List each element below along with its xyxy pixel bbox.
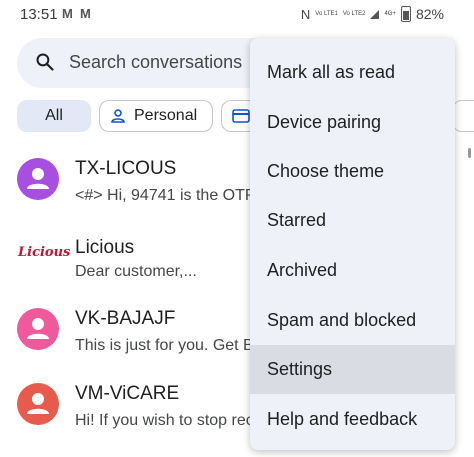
person-avatar-icon (27, 168, 49, 189)
menu-item-starred[interactable]: Starred (250, 196, 455, 245)
menu-item-help-feedback[interactable]: Help and feedback (250, 395, 455, 444)
overflow-menu: Mark all as read Device pairing Choose t… (250, 38, 455, 450)
gmail-notification-icon: M (62, 6, 73, 21)
conversation-snippet: <#> Hi, 94741 is the OTP (75, 187, 256, 204)
gmail-notification-icon-2: M (80, 6, 91, 21)
battery-icon (400, 6, 411, 22)
person-avatar-icon (27, 318, 49, 339)
status-bar: 13:51 M M N Vo LTE1 Vo LTE2 4G+ 82% (0, 0, 474, 30)
person-icon (111, 109, 125, 123)
menu-item-archived[interactable]: Archived (250, 246, 455, 295)
conversation-name: VM-ViCARE (75, 383, 180, 404)
menu-item-mark-all-read[interactable]: Mark all as read (250, 48, 455, 97)
menu-item-device-pairing[interactable]: Device pairing (250, 98, 455, 147)
conversation-snippet: This is just for you. Get B (75, 337, 254, 354)
licious-logo: Licious (18, 245, 71, 260)
conversation-snippet: Dear customer,... (75, 263, 197, 280)
menu-item-settings[interactable]: Settings (250, 345, 455, 394)
sim2-icon: Vo LTE2 (342, 11, 366, 17)
conversation-snippet: Hi! If you wish to stop rec (75, 412, 254, 429)
person-avatar-icon (27, 393, 49, 414)
search-input[interactable]: Search conversations (69, 52, 242, 73)
conversation-name: TX-LICOUS (75, 158, 177, 179)
conversation-name: Licious (75, 237, 135, 258)
card-icon (232, 109, 250, 123)
status-right-icons: N Vo LTE1 Vo LTE2 4G+ 82% (301, 6, 444, 22)
avatar (17, 158, 59, 200)
chip-all[interactable]: All (17, 100, 91, 132)
menu-item-choose-theme[interactable]: Choose theme (250, 147, 455, 196)
nfc-icon: N (300, 6, 311, 22)
sim1-icon: Vo LTE1 (315, 11, 338, 17)
network-type-icon: 4G+ (384, 11, 396, 17)
signal-icon (370, 9, 380, 19)
avatar (17, 308, 59, 350)
search-icon (36, 53, 54, 71)
scrollbar[interactable] (468, 148, 471, 158)
chip-more[interactable] (452, 100, 474, 132)
status-time: 13:51 (20, 6, 58, 23)
chip-personal[interactable]: Personal (99, 100, 213, 132)
avatar (17, 383, 59, 425)
menu-item-spam-blocked[interactable]: Spam and blocked (250, 296, 455, 345)
conversation-name: VK-BAJAJF (75, 308, 176, 329)
chip-all-label: All (45, 107, 63, 124)
chip-personal-label: Personal (134, 107, 198, 124)
battery-percent: 82% (415, 6, 444, 22)
